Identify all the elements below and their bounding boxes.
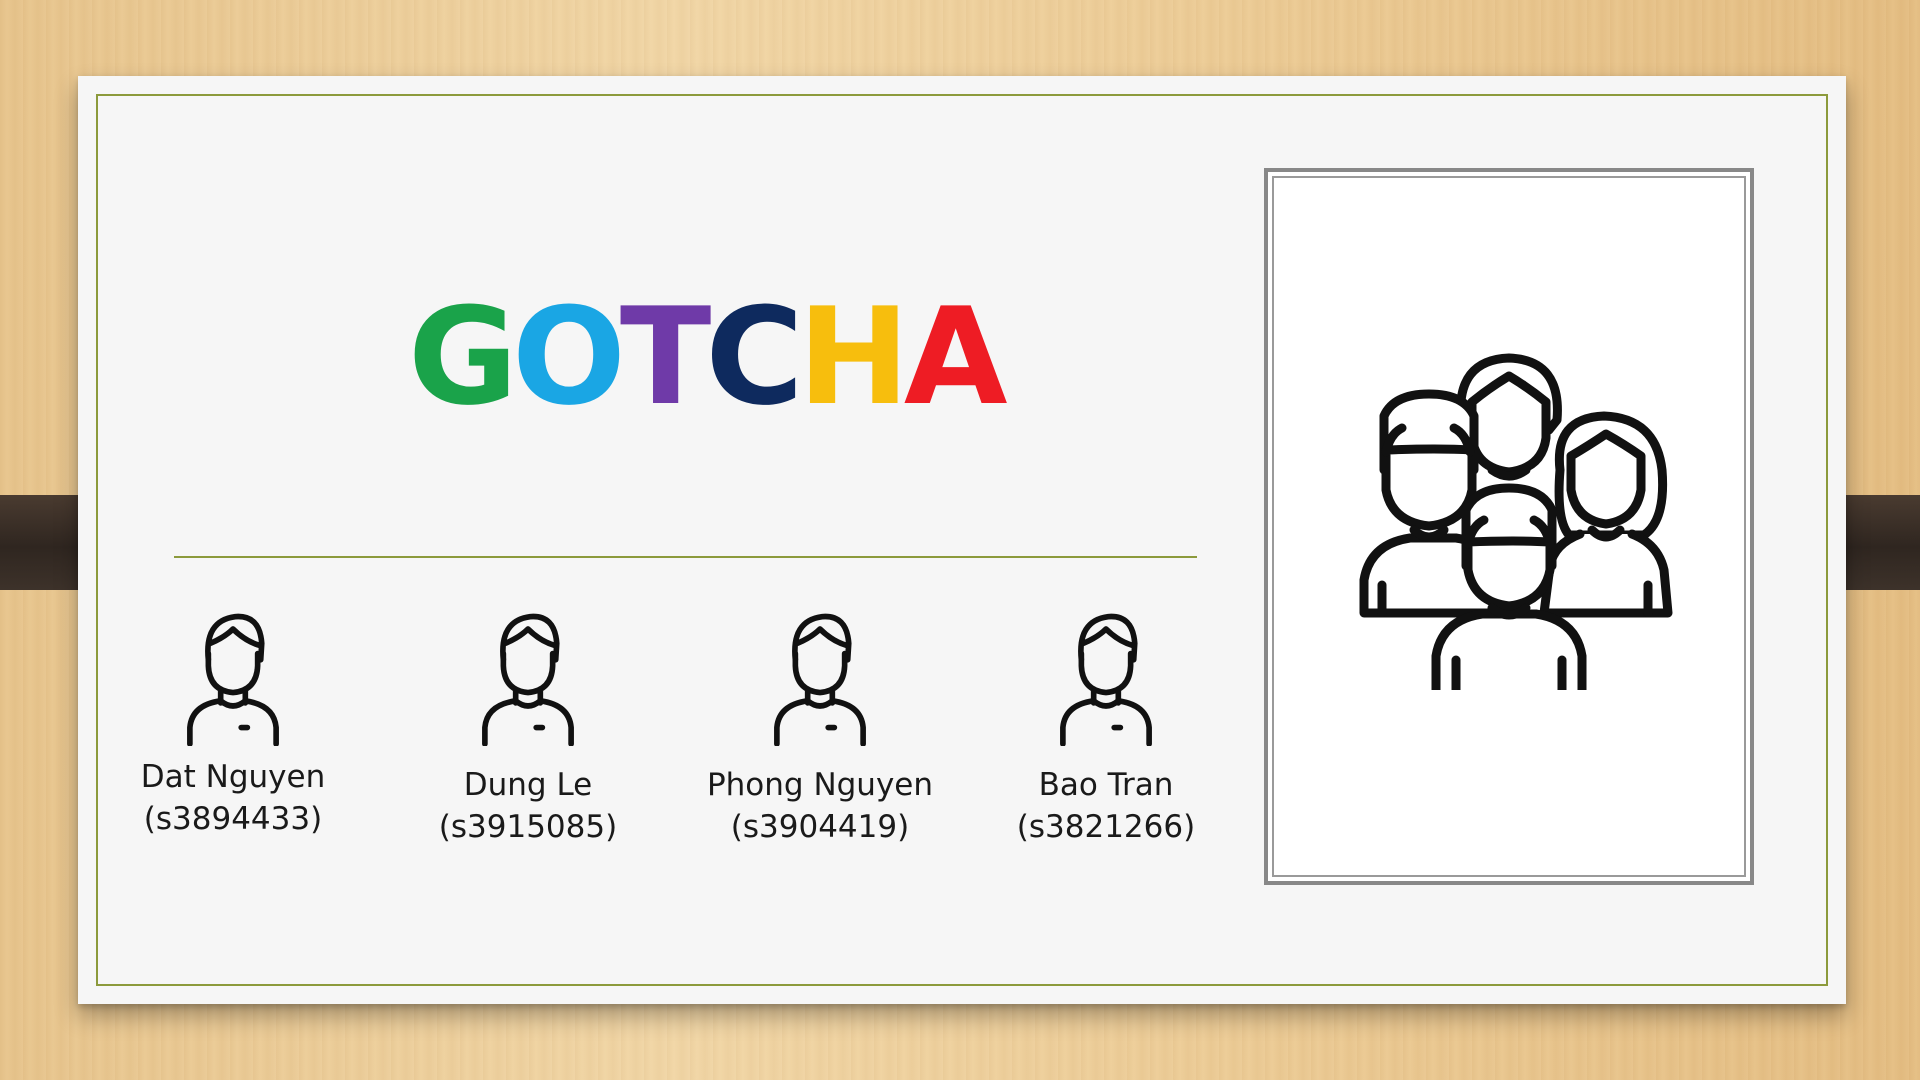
logo-letter-o: O — [512, 279, 626, 435]
person-icon — [1051, 592, 1161, 746]
person-icon — [473, 592, 583, 746]
member-id: (s3915085) — [438, 809, 618, 845]
member-name: Phong Nguyen — [706, 767, 934, 803]
team-member: Dung Le (s3915085) — [398, 592, 658, 848]
logo-letter-h: H — [797, 279, 910, 435]
member-name: Dat Nguyen — [140, 759, 326, 795]
image-frame — [1264, 168, 1754, 885]
team-member: Phong Nguyen (s3904419) — [690, 592, 950, 848]
person-icon — [765, 592, 875, 746]
member-name: Dung Le — [463, 767, 593, 803]
team-member: Bao Tran (s3821266) — [976, 592, 1236, 848]
team-member: Dat Nguyen (s3894433) — [103, 592, 363, 840]
divider-line — [174, 556, 1197, 558]
member-id: (s3904419) — [730, 809, 910, 845]
member-name: Bao Tran — [1038, 767, 1174, 803]
logo-letter-a: A — [903, 279, 1008, 435]
logo-letter-c: C — [705, 279, 803, 435]
logo-letter-g: G — [408, 279, 518, 435]
group-icon — [1359, 353, 1673, 690]
logo-letter-t: T — [619, 279, 711, 435]
member-id: (s3821266) — [1016, 809, 1196, 845]
person-icon — [178, 592, 288, 746]
member-id: (s3894433) — [143, 801, 323, 837]
gotcha-logo: GOTCHA — [408, 279, 1008, 435]
